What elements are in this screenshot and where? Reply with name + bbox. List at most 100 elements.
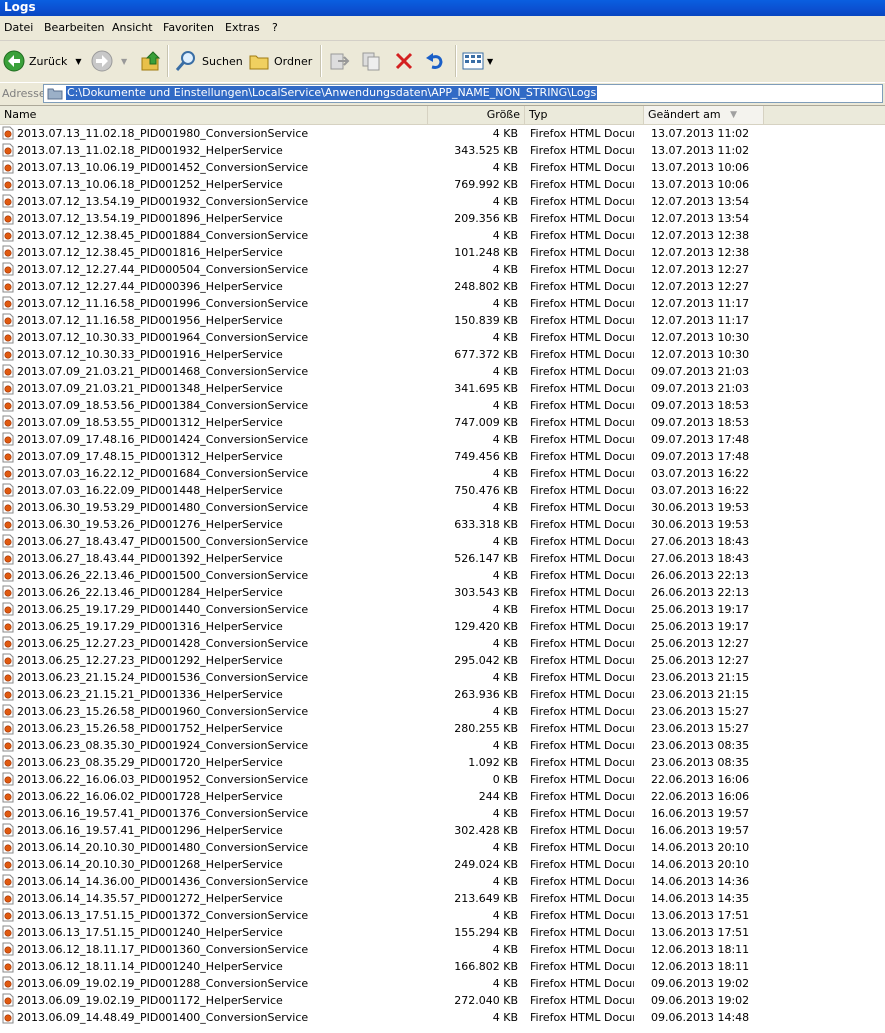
html-file-icon bbox=[2, 313, 14, 327]
file-row[interactable]: 2013.07.12_11.16.58_PID001956_HelperServ… bbox=[0, 312, 885, 329]
column-type[interactable]: Typ bbox=[525, 106, 644, 124]
file-row[interactable]: 2013.06.23_21.15.21_PID001336_HelperServ… bbox=[0, 686, 885, 703]
menu-view[interactable]: Ansicht bbox=[112, 21, 153, 34]
file-row[interactable]: 2013.06.14_14.36.00_PID001436_Conversion… bbox=[0, 873, 885, 890]
file-row[interactable]: 2013.07.13_10.06.19_PID001452_Conversion… bbox=[0, 159, 885, 176]
copy-to-button[interactable] bbox=[360, 45, 382, 77]
menu-edit[interactable]: Bearbeiten bbox=[44, 21, 104, 34]
move-to-button[interactable] bbox=[328, 45, 350, 77]
file-row[interactable]: 2013.06.25_12.27.23_PID001292_HelperServ… bbox=[0, 652, 885, 669]
file-row[interactable]: 2013.06.09_19.02.19_PID001288_Conversion… bbox=[0, 975, 885, 992]
file-name: 2013.06.22_16.06.03_PID001952_Conversion… bbox=[17, 773, 309, 786]
column-size[interactable]: Größe bbox=[428, 106, 525, 124]
file-row[interactable]: 2013.07.12_13.54.19_PID001896_HelperServ… bbox=[0, 210, 885, 227]
file-row[interactable]: 2013.06.16_19.57.41_PID001376_Conversion… bbox=[0, 805, 885, 822]
file-name: 2013.06.23_21.15.21_PID001336_HelperServ… bbox=[17, 688, 283, 701]
column-name[interactable]: Name bbox=[0, 106, 428, 124]
file-row[interactable]: 2013.06.22_16.06.02_PID001728_HelperServ… bbox=[0, 788, 885, 805]
file-type: Firefox HTML Document bbox=[530, 654, 634, 667]
back-label: Zurück bbox=[29, 54, 68, 68]
file-modified: 26.06.2013 22:13 bbox=[651, 586, 750, 599]
file-size: 4 KB bbox=[492, 433, 518, 446]
file-size: 4 KB bbox=[492, 229, 518, 242]
file-type: Firefox HTML Document bbox=[530, 841, 634, 854]
file-row[interactable]: 2013.06.27_18.43.47_PID001500_Conversion… bbox=[0, 533, 885, 550]
file-row[interactable]: 2013.06.09_19.02.19_PID001172_HelperServ… bbox=[0, 992, 885, 1009]
menu-extras[interactable]: Extras bbox=[225, 21, 260, 34]
file-row[interactable]: 2013.06.12_18.11.14_PID001240_HelperServ… bbox=[0, 958, 885, 975]
file-row[interactable]: 2013.07.12_10.30.33_PID001964_Conversion… bbox=[0, 329, 885, 346]
file-modified: 30.06.2013 19:53 bbox=[651, 501, 750, 514]
file-type: Firefox HTML Document bbox=[530, 994, 634, 1007]
file-type: Firefox HTML Document bbox=[530, 909, 634, 922]
menu-favorites[interactable]: Favoriten bbox=[163, 21, 214, 34]
views-button[interactable]: ▼ bbox=[462, 45, 493, 77]
back-dropdown-icon[interactable]: ▼ bbox=[75, 57, 81, 66]
file-row[interactable]: 2013.06.23_08.35.30_PID001924_Conversion… bbox=[0, 737, 885, 754]
forward-button[interactable]: ▼ bbox=[91, 45, 127, 77]
file-row[interactable]: 2013.06.16_19.57.41_PID001296_HelperServ… bbox=[0, 822, 885, 839]
file-row[interactable]: 2013.07.12_12.38.45_PID001816_HelperServ… bbox=[0, 244, 885, 261]
up-folder-button[interactable] bbox=[140, 45, 162, 77]
file-name: 2013.06.26_22.13.46_PID001500_Conversion… bbox=[17, 569, 309, 582]
file-row[interactable]: 2013.07.12_12.38.45_PID001884_Conversion… bbox=[0, 227, 885, 244]
file-row[interactable]: 2013.06.26_22.13.46_PID001284_HelperServ… bbox=[0, 584, 885, 601]
file-row[interactable]: 2013.07.03_16.22.12_PID001684_Conversion… bbox=[0, 465, 885, 482]
file-row[interactable]: 2013.06.26_22.13.46_PID001500_Conversion… bbox=[0, 567, 885, 584]
file-row[interactable]: 2013.07.12_11.16.58_PID001996_Conversion… bbox=[0, 295, 885, 312]
file-row[interactable]: 2013.06.12_18.11.17_PID001360_Conversion… bbox=[0, 941, 885, 958]
delete-button[interactable] bbox=[393, 45, 415, 77]
file-size: 4 KB bbox=[492, 739, 518, 752]
undo-button[interactable] bbox=[424, 45, 446, 77]
file-row[interactable]: 2013.06.23_21.15.24_PID001536_Conversion… bbox=[0, 669, 885, 686]
file-modified: 09.07.2013 17:48 bbox=[651, 450, 750, 463]
file-row[interactable]: 2013.06.30_19.53.29_PID001480_Conversion… bbox=[0, 499, 885, 516]
back-button[interactable]: Zurück ▼ bbox=[3, 45, 82, 77]
file-row[interactable]: 2013.07.09_18.53.55_PID001312_HelperServ… bbox=[0, 414, 885, 431]
file-row[interactable]: 2013.06.30_19.53.26_PID001276_HelperServ… bbox=[0, 516, 885, 533]
file-type: Firefox HTML Document bbox=[530, 178, 634, 191]
file-row[interactable]: 2013.07.13_11.02.18_PID001980_Conversion… bbox=[0, 125, 885, 142]
file-row[interactable]: 2013.07.12_13.54.19_PID001932_Conversion… bbox=[0, 193, 885, 210]
file-row[interactable]: 2013.06.23_15.26.58_PID001752_HelperServ… bbox=[0, 720, 885, 737]
file-row[interactable]: 2013.06.25_19.17.29_PID001440_Conversion… bbox=[0, 601, 885, 618]
file-modified: 25.06.2013 19:17 bbox=[651, 620, 750, 633]
file-row[interactable]: 2013.07.12_12.27.44_PID000396_HelperServ… bbox=[0, 278, 885, 295]
file-row[interactable]: 2013.07.13_10.06.18_PID001252_HelperServ… bbox=[0, 176, 885, 193]
title-bar: Logs bbox=[0, 0, 885, 16]
file-row[interactable]: 2013.06.22_16.06.03_PID001952_Conversion… bbox=[0, 771, 885, 788]
file-row[interactable]: 2013.07.12_10.30.33_PID001916_HelperServ… bbox=[0, 346, 885, 363]
file-name: 2013.07.13_11.02.18_PID001980_Conversion… bbox=[17, 127, 309, 140]
file-size: 213.649 KB bbox=[454, 892, 518, 905]
html-file-icon bbox=[2, 449, 14, 463]
file-row[interactable]: 2013.06.25_19.17.29_PID001316_HelperServ… bbox=[0, 618, 885, 635]
file-row[interactable]: 2013.07.03_16.22.09_PID001448_HelperServ… bbox=[0, 482, 885, 499]
file-row[interactable]: 2013.06.14_20.10.30_PID001268_HelperServ… bbox=[0, 856, 885, 873]
column-modified[interactable]: Geändert am ▼ bbox=[644, 106, 764, 124]
file-row[interactable]: 2013.07.09_18.53.56_PID001384_Conversion… bbox=[0, 397, 885, 414]
file-row[interactable]: 2013.06.14_20.10.30_PID001480_Conversion… bbox=[0, 839, 885, 856]
file-row[interactable]: 2013.06.13_17.51.15_PID001240_HelperServ… bbox=[0, 924, 885, 941]
file-row[interactable]: 2013.06.23_08.35.29_PID001720_HelperServ… bbox=[0, 754, 885, 771]
folders-button[interactable]: Ordner bbox=[248, 45, 312, 77]
file-row[interactable]: 2013.06.09_14.48.49_PID001400_Conversion… bbox=[0, 1009, 885, 1026]
menu-file[interactable]: Datei bbox=[4, 21, 33, 34]
file-row[interactable]: 2013.07.09_21.03.21_PID001348_HelperServ… bbox=[0, 380, 885, 397]
file-row[interactable]: 2013.06.23_15.26.58_PID001960_Conversion… bbox=[0, 703, 885, 720]
file-row[interactable]: 2013.06.13_17.51.15_PID001372_Conversion… bbox=[0, 907, 885, 924]
file-row[interactable]: 2013.07.09_17.48.16_PID001424_Conversion… bbox=[0, 431, 885, 448]
file-modified: 12.07.2013 11:17 bbox=[651, 314, 750, 327]
menu-help[interactable]: ? bbox=[272, 21, 278, 34]
file-row[interactable]: 2013.07.12_12.27.44_PID000504_Conversion… bbox=[0, 261, 885, 278]
file-row[interactable]: 2013.06.25_12.27.23_PID001428_Conversion… bbox=[0, 635, 885, 652]
forward-dropdown-icon[interactable]: ▼ bbox=[121, 57, 127, 66]
address-input[interactable]: C:\Dokumente und Einstellungen\LocalServ… bbox=[43, 84, 883, 103]
file-row[interactable]: 2013.07.09_17.48.15_PID001312_HelperServ… bbox=[0, 448, 885, 465]
file-modified: 30.06.2013 19:53 bbox=[651, 518, 750, 531]
file-row[interactable]: 2013.06.14_14.35.57_PID001272_HelperServ… bbox=[0, 890, 885, 907]
file-row[interactable]: 2013.07.13_11.02.18_PID001932_HelperServ… bbox=[0, 142, 885, 159]
file-row[interactable]: 2013.06.27_18.43.44_PID001392_HelperServ… bbox=[0, 550, 885, 567]
search-button[interactable]: Suchen bbox=[174, 45, 243, 77]
file-modified: 23.06.2013 08:35 bbox=[651, 739, 750, 752]
file-row[interactable]: 2013.07.09_21.03.21_PID001468_Conversion… bbox=[0, 363, 885, 380]
